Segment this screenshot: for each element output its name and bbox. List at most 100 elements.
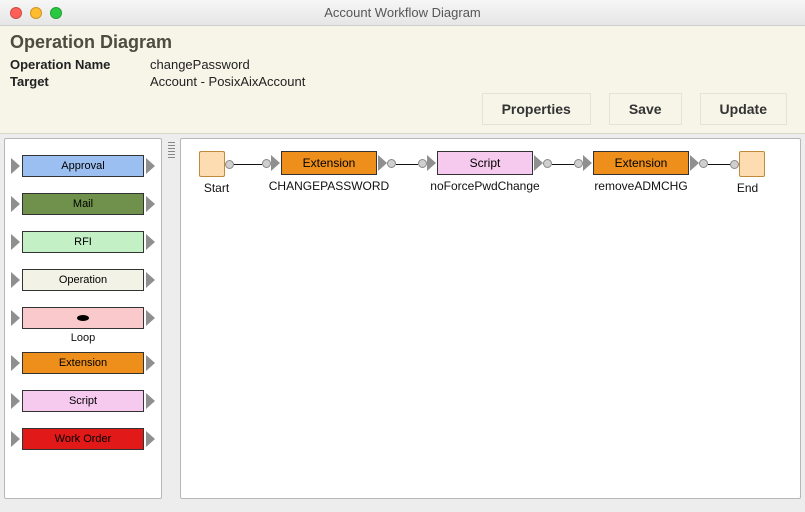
workflow-node[interactable]: Extension removeADMCHG [574,151,708,193]
palette-item-rfi[interactable]: RFI [11,230,155,254]
connector-port-icon[interactable] [225,160,234,169]
target-label: Target [10,74,150,89]
palette-item-mail[interactable]: Mail [11,192,155,216]
window-title: Account Workflow Diagram [0,5,805,20]
arrow-out-icon [146,310,155,326]
splitter-grip-icon[interactable] [168,142,175,158]
palette-item-script[interactable]: Script [11,389,155,413]
start-label: Start [204,181,229,195]
workflow-flow: Start Extension CHANGEPASSWORD Script noForc… [181,139,800,207]
palette-item-label: Mail [73,198,93,210]
palette-item-work-order[interactable]: Work Order [11,427,155,451]
loop-dot-icon [77,315,89,321]
workflow-block: Extension [593,151,689,175]
palette-item-label: Work Order [55,433,112,445]
edge [708,164,730,165]
arrow-in-icon [11,158,20,174]
workflow-node-caption: noForcePwdChange [430,179,539,193]
splitter[interactable] [166,138,176,499]
palette-block: Mail [22,193,144,215]
palette-item-approval[interactable]: Approval [11,154,155,178]
connector-port-icon[interactable] [543,159,552,168]
workflow-node[interactable]: Script noForcePwdChange [418,151,552,193]
palette-block: Script [22,390,144,412]
arrow-in-icon [271,155,280,171]
connector-port-icon[interactable] [262,159,271,168]
header-fields: Operation Name changePassword Target Acc… [10,57,795,89]
end-box-icon [739,151,765,177]
window-controls [10,7,62,19]
workflow-canvas[interactable]: Start Extension CHANGEPASSWORD Script noForc… [180,138,801,499]
workflow-block: Extension [281,151,377,175]
action-buttons: Properties Save Update [10,93,795,125]
end-node[interactable]: End [730,151,765,195]
arrow-in-icon [11,310,20,326]
palette-panel: Approval Mail RFI Operation Loop Extension Scr… [4,138,162,499]
palette-item-label: Script [69,395,97,407]
edge [396,164,418,165]
arrow-out-icon [534,155,543,171]
workflow-block: Script [437,151,533,175]
connector-port-icon[interactable] [387,159,396,168]
palette-block: Extension [22,352,144,374]
arrow-in-icon [11,234,20,250]
arrow-out-icon [146,272,155,288]
palette-item-label: Extension [59,357,107,369]
window-titlebar: Account Workflow Diagram [0,0,805,26]
zoom-icon[interactable] [50,7,62,19]
arrow-in-icon [11,393,20,409]
properties-button[interactable]: Properties [482,93,591,125]
target-value: Account - PosixAixAccount [150,74,795,89]
operation-name-value: changePassword [150,57,795,72]
update-button[interactable]: Update [700,93,787,125]
close-icon[interactable] [10,7,22,19]
arrow-in-icon [583,155,592,171]
palette-block: Operation [22,269,144,291]
palette-item-extension[interactable]: Extension [11,351,155,375]
arrow-out-icon [146,355,155,371]
connector-port-icon[interactable] [418,159,427,168]
workflow-node-caption: removeADMCHG [594,179,687,193]
palette-block: RFI [22,231,144,253]
arrow-out-icon [146,393,155,409]
arrow-out-icon [146,196,155,212]
arrow-in-icon [11,355,20,371]
save-button[interactable]: Save [609,93,682,125]
edge [552,164,574,165]
workflow-node-caption: CHANGEPASSWORD [269,179,389,193]
arrow-out-icon [146,158,155,174]
arrow-out-icon [146,234,155,250]
connector-port-icon[interactable] [730,160,739,169]
workflow-block-label: Script [470,156,501,170]
arrow-out-icon [146,431,155,447]
palette-item-operation[interactable]: Operation [11,268,155,292]
end-label: End [737,181,758,195]
arrow-in-icon [11,272,20,288]
main-area: Approval Mail RFI Operation Loop Extension Scr… [0,134,805,503]
palette-block: Work Order [22,428,144,450]
start-node[interactable]: Start [199,151,234,195]
palette-item-loop[interactable] [11,306,155,330]
palette-item-label: RFI [74,236,92,248]
start-box-icon [199,151,225,177]
workflow-block-label: Extension [303,156,356,170]
arrow-in-icon [11,431,20,447]
arrow-out-icon [690,155,699,171]
palette-block [22,307,144,329]
arrow-in-icon [427,155,436,171]
arrow-out-icon [378,155,387,171]
header-panel: Operation Diagram Operation Name changeP… [0,26,805,134]
palette-item-caption: Loop [11,332,155,344]
connector-port-icon[interactable] [574,159,583,168]
palette-item-label: Operation [59,274,107,286]
minimize-icon[interactable] [30,7,42,19]
page-title: Operation Diagram [10,32,795,53]
workflow-block-label: Extension [615,156,668,170]
palette-block: Approval [22,155,144,177]
edge [234,164,262,165]
palette-item-label: Approval [61,160,104,172]
arrow-in-icon [11,196,20,212]
operation-name-label: Operation Name [10,57,150,72]
connector-port-icon[interactable] [699,159,708,168]
workflow-node[interactable]: Extension CHANGEPASSWORD [262,151,396,193]
